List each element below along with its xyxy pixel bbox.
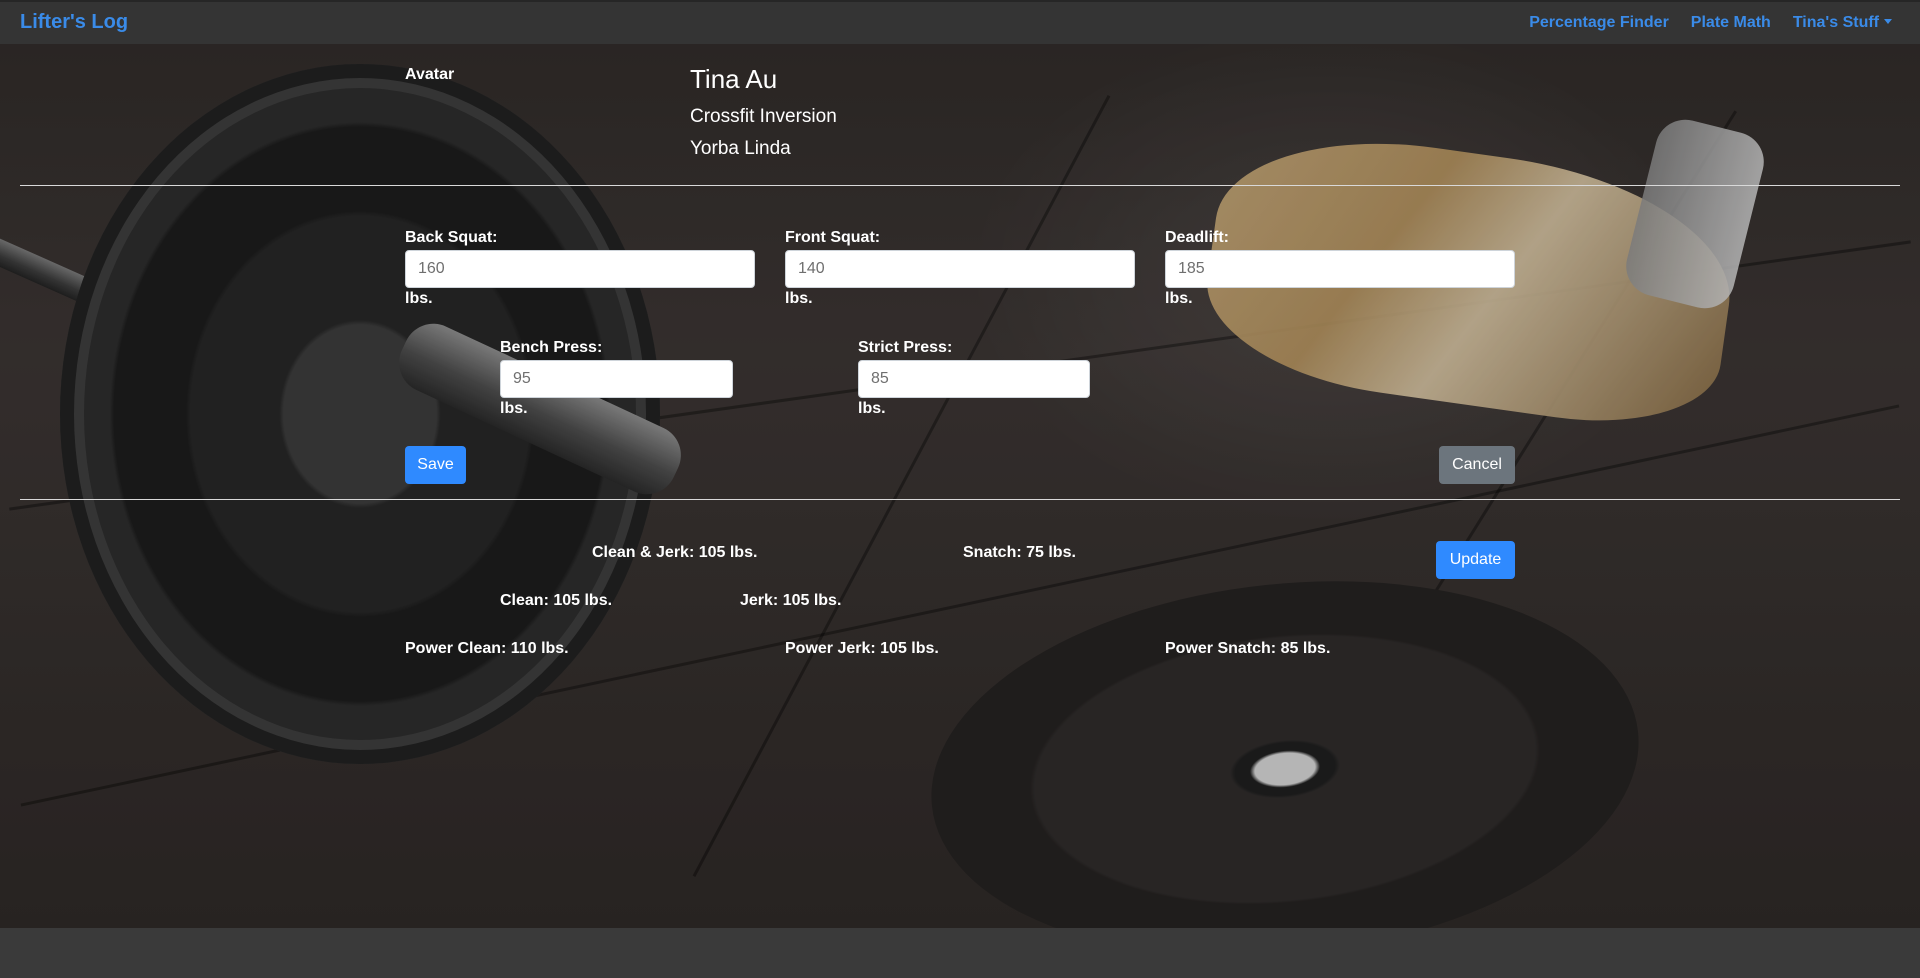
bench-press-unit: lbs. xyxy=(500,400,528,417)
front-squat-input[interactable] xyxy=(785,250,1135,288)
front-squat-unit: lbs. xyxy=(785,290,813,307)
clean-record: Clean: 105 lbs. xyxy=(500,592,613,609)
snatch-record: Snatch: 75 lbs. xyxy=(963,544,1076,561)
cancel-button[interactable]: Cancel xyxy=(1439,446,1515,484)
profile-city: Yorba Linda xyxy=(690,138,791,159)
section-divider xyxy=(20,185,1900,186)
power-jerk-record: Power Jerk: 105 lbs. xyxy=(785,640,939,657)
save-button[interactable]: Save xyxy=(405,446,466,484)
section-divider xyxy=(20,499,1900,500)
deadlift-unit: lbs. xyxy=(1165,290,1193,307)
strict-press-label: Strict Press: xyxy=(858,339,953,356)
back-squat-label: Back Squat: xyxy=(405,229,498,246)
profile-page: Avatar Tina Au Crossfit Inversion Yorba … xyxy=(0,0,1920,978)
strict-press-input[interactable] xyxy=(858,360,1090,398)
back-squat-input[interactable] xyxy=(405,250,755,288)
power-clean-record: Power Clean: 110 lbs. xyxy=(405,640,569,657)
avatar: Avatar xyxy=(405,66,455,83)
bench-press-input[interactable] xyxy=(500,360,733,398)
profile-name: Tina Au xyxy=(690,64,778,94)
back-squat-unit: lbs. xyxy=(405,290,433,307)
jerk-record: Jerk: 105 lbs. xyxy=(740,592,842,609)
front-squat-label: Front Squat: xyxy=(785,229,881,246)
profile-gym: Crossfit Inversion xyxy=(690,106,837,127)
update-button[interactable]: Update xyxy=(1436,541,1515,579)
deadlift-input[interactable] xyxy=(1165,250,1515,288)
deadlift-label: Deadlift: xyxy=(1165,229,1229,246)
power-snatch-record: Power Snatch: 85 lbs. xyxy=(1165,640,1331,657)
clean-and-jerk-record: Clean & Jerk: 105 lbs. xyxy=(592,544,758,561)
strict-press-unit: lbs. xyxy=(858,400,886,417)
bench-press-label: Bench Press: xyxy=(500,339,603,356)
